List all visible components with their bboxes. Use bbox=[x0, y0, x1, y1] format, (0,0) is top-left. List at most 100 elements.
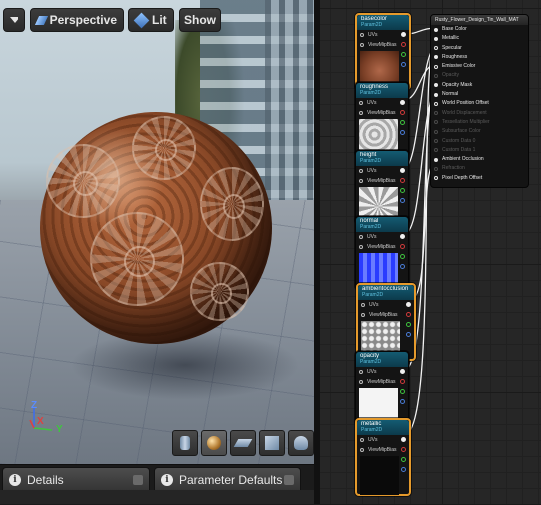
material-input-opacity[interactable]: Opacity bbox=[431, 71, 528, 80]
close-icon[interactable] bbox=[284, 474, 294, 485]
input-pin[interactable] bbox=[360, 43, 364, 47]
input-pin[interactable] bbox=[359, 111, 363, 115]
input-pin[interactable] bbox=[434, 129, 438, 134]
material-graph[interactable]: basecolor Param2D UVs ViewMipBias roughne… bbox=[320, 0, 541, 504]
texture-node-ambientocclusion[interactable]: ambientocclusion Param2D UVs ViewMipBias bbox=[356, 283, 416, 361]
output-pin[interactable] bbox=[401, 437, 406, 442]
preview-cylinder-button[interactable] bbox=[172, 430, 198, 456]
input-pin[interactable] bbox=[361, 303, 365, 307]
tab-parameter-defaults[interactable]: i Parameter Defaults bbox=[154, 467, 301, 491]
input-pin[interactable] bbox=[434, 120, 438, 125]
perspective-button[interactable]: Perspective bbox=[30, 8, 124, 32]
viewport-options-button[interactable] bbox=[3, 8, 25, 32]
output-pin[interactable] bbox=[400, 234, 405, 239]
texture-node-normal[interactable]: normal Param2D UVs ViewMipBias bbox=[355, 216, 409, 292]
preview-cube-button[interactable] bbox=[259, 430, 285, 456]
input-pin[interactable] bbox=[361, 313, 365, 317]
input-pin[interactable] bbox=[359, 370, 363, 374]
input-pin[interactable] bbox=[359, 380, 363, 384]
tab-details[interactable]: i Details bbox=[2, 467, 150, 491]
input-pin[interactable] bbox=[434, 148, 438, 153]
output-pin[interactable] bbox=[400, 369, 405, 374]
output-pin[interactable] bbox=[400, 264, 405, 269]
texture-node-basecolor[interactable]: basecolor Param2D UVs ViewMipBias bbox=[355, 13, 411, 90]
output-pin[interactable] bbox=[400, 389, 405, 394]
material-input-metallic[interactable]: Metallic bbox=[431, 34, 528, 43]
input-pin[interactable] bbox=[434, 139, 438, 144]
input-pin[interactable] bbox=[360, 438, 364, 442]
output-pin[interactable] bbox=[401, 62, 406, 67]
material-input-custom-data-1[interactable]: Custom Data 1 bbox=[431, 146, 528, 155]
material-input-pixel-depth-offset[interactable]: Pixel Depth Offset bbox=[431, 174, 528, 183]
preview-sphere-button[interactable] bbox=[201, 430, 227, 456]
input-pin[interactable] bbox=[434, 46, 438, 51]
show-button[interactable]: Show bbox=[179, 8, 221, 32]
material-input-specular[interactable]: Specular bbox=[431, 44, 528, 53]
material-input-tessellation-multiplier[interactable]: Tessellation Multiplier bbox=[431, 118, 528, 127]
output-pin[interactable] bbox=[401, 42, 406, 47]
material-input-refraction[interactable]: Refraction bbox=[431, 164, 528, 173]
input-pin[interactable] bbox=[434, 111, 438, 116]
input-pin[interactable] bbox=[434, 92, 438, 97]
cylinder-icon bbox=[180, 436, 190, 450]
input-pin[interactable] bbox=[359, 101, 363, 105]
input-pin[interactable] bbox=[434, 36, 438, 41]
input-pin[interactable] bbox=[434, 73, 438, 78]
input-pin[interactable] bbox=[434, 101, 438, 106]
input-pin[interactable] bbox=[434, 176, 438, 181]
preview-viewport[interactable]: Perspective Lit Show Z Y X bbox=[0, 0, 314, 464]
material-input-custom-data-0[interactable]: Custom Data 0 bbox=[431, 137, 528, 146]
input-pin[interactable] bbox=[359, 235, 363, 239]
output-pin[interactable] bbox=[400, 399, 405, 404]
preview-plane-button[interactable] bbox=[230, 430, 256, 456]
input-pin[interactable] bbox=[434, 166, 438, 171]
material-input-opacity-mask[interactable]: Opacity Mask bbox=[431, 81, 528, 90]
material-input-ambient-occlusion[interactable]: Ambient Occlusion bbox=[431, 155, 528, 164]
output-pin[interactable] bbox=[400, 110, 405, 115]
output-pin[interactable] bbox=[406, 332, 411, 337]
output-pin[interactable] bbox=[401, 467, 406, 472]
material-input-world-displacement[interactable]: World Displacement bbox=[431, 109, 528, 118]
output-pin[interactable] bbox=[406, 322, 411, 327]
material-input-roughness[interactable]: Roughness bbox=[431, 53, 528, 62]
input-pin[interactable] bbox=[359, 245, 363, 249]
input-pin[interactable] bbox=[360, 448, 364, 452]
output-pin[interactable] bbox=[400, 244, 405, 249]
output-pin[interactable] bbox=[401, 52, 406, 57]
output-pin[interactable] bbox=[406, 312, 411, 317]
output-pin[interactable] bbox=[400, 188, 405, 193]
texture-node-opacity[interactable]: opacity Param2D UVs ViewMipBias bbox=[355, 351, 409, 427]
output-pin[interactable] bbox=[400, 168, 405, 173]
material-input-world-position-offset[interactable]: World Position Offset bbox=[431, 99, 528, 108]
close-icon[interactable] bbox=[133, 474, 143, 485]
input-pin[interactable] bbox=[434, 55, 438, 60]
output-pin[interactable] bbox=[400, 130, 405, 135]
output-pin[interactable] bbox=[401, 447, 406, 452]
input-pin[interactable] bbox=[434, 83, 438, 88]
output-pin[interactable] bbox=[401, 457, 406, 462]
output-pin[interactable] bbox=[401, 32, 406, 37]
texture-node-height[interactable]: height Param2D UVs ViewMipBias bbox=[355, 150, 409, 226]
material-input-emissive-color[interactable]: Emissive Color bbox=[431, 62, 528, 71]
output-pin[interactable] bbox=[400, 254, 405, 259]
output-pin[interactable] bbox=[406, 302, 411, 307]
input-pin[interactable] bbox=[359, 169, 363, 173]
material-input-base-color[interactable]: Base Color bbox=[431, 25, 528, 34]
lit-button[interactable]: Lit bbox=[128, 8, 174, 32]
material-input-normal[interactable]: Normal bbox=[431, 90, 528, 99]
input-pin[interactable] bbox=[360, 33, 364, 37]
material-input-subsurface-color[interactable]: Subsurface Color bbox=[431, 127, 528, 136]
preview-teapot-button[interactable] bbox=[288, 430, 314, 456]
input-pin[interactable] bbox=[434, 157, 438, 162]
input-pin[interactable] bbox=[434, 64, 438, 69]
input-pin[interactable] bbox=[359, 179, 363, 183]
texture-node-roughness[interactable]: roughness Param2D UVs ViewMipBias bbox=[355, 82, 409, 158]
output-pin[interactable] bbox=[400, 178, 405, 183]
input-pin[interactable] bbox=[434, 27, 438, 32]
output-pin[interactable] bbox=[400, 100, 405, 105]
output-pin[interactable] bbox=[400, 198, 405, 203]
material-result-node[interactable]: Rusty_Flower_Design_Tin_Wall_MAT Base Co… bbox=[430, 14, 529, 188]
texture-node-metallic[interactable]: metallic Param2D UVs ViewMipBias bbox=[355, 418, 411, 496]
output-pin[interactable] bbox=[400, 379, 405, 384]
output-pin[interactable] bbox=[400, 120, 405, 125]
